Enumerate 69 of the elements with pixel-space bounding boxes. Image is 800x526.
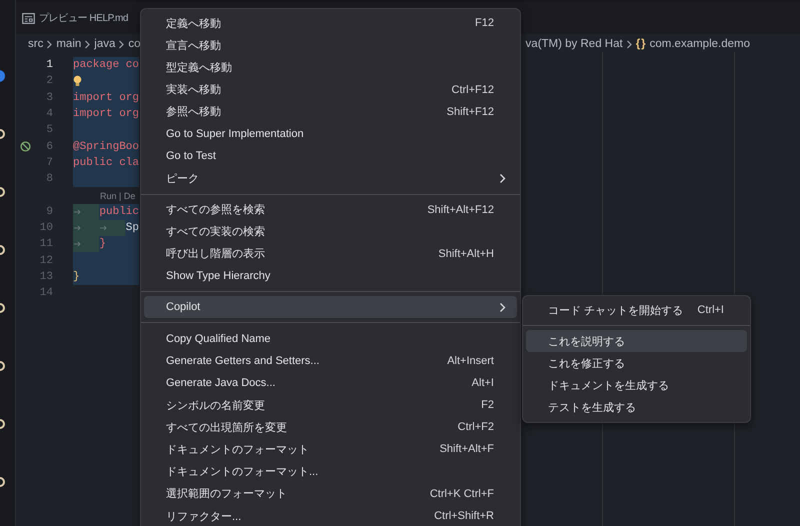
line-number: 3: [46, 92, 53, 104]
breadcrumb-item[interactable]: va(TM) by Red Hat: [526, 38, 623, 50]
menu-item[interactable]: すべての出現箇所を変更 Ctrl+F2: [144, 416, 517, 438]
code-text: public cla: [73, 156, 140, 169]
editor-tab[interactable]: プレビュー HELP.md: [20, 2, 134, 34]
chevron-icon: [84, 40, 92, 48]
chevron-icon: [118, 40, 126, 48]
menu-item[interactable]: シンボルの名前変更 F2: [144, 394, 517, 416]
code-text: import org: [73, 108, 140, 120]
menu-item[interactable]: Show Type Hierarchy: [144, 265, 517, 288]
line-number: 13: [40, 271, 53, 283]
submenu-chevron-icon: [499, 302, 506, 313]
line-number: 5: [46, 124, 53, 136]
code-text: import org: [73, 92, 140, 104]
menu-item[interactable]: これを説明する: [526, 330, 747, 352]
preview-icon: [22, 12, 35, 24]
line-number: 8: [46, 173, 53, 186]
menu-item[interactable]: 定義へ移動 F12: [144, 12, 517, 34]
menu-item[interactable]: リファクター... Ctrl+Shift+R: [144, 504, 517, 526]
tab-label: プレビュー HELP.md: [39, 12, 128, 25]
menu-item[interactable]: ドキュメントのフォーマット Shift+Alt+F: [144, 438, 517, 461]
breadcrumb-item[interactable]: co: [128, 38, 141, 50]
menu-item[interactable]: Copy Qualified Name: [144, 327, 517, 350]
menu-item[interactable]: ドキュメントのフォーマット...: [144, 460, 517, 483]
menu-item[interactable]: 選択範囲のフォーマット Ctrl+K Ctrl+F: [144, 482, 517, 505]
line-number: 14: [40, 287, 53, 300]
line-number: 2: [46, 75, 53, 88]
menu-item[interactable]: ピーク: [144, 167, 517, 190]
line-number: 11: [40, 238, 53, 250]
menu-item[interactable]: テストを生成する: [526, 396, 747, 419]
menu-item[interactable]: Copilot: [144, 296, 517, 318]
chevron-icon: [626, 40, 633, 48]
menu-item[interactable]: 宣言へ移動: [144, 34, 517, 56]
code-text: package co: [73, 59, 140, 72]
menu-item[interactable]: Generate Java Docs... Alt+I: [144, 372, 517, 394]
breadcrumb-item[interactable]: com.example.demo: [650, 38, 750, 50]
breadcrumb-item[interactable]: src: [28, 38, 44, 50]
code-text: }: [99, 238, 106, 250]
breadcrumb-item[interactable]: java: [94, 38, 116, 50]
line-number: 7: [46, 156, 53, 169]
menu-item[interactable]: ドキュメントを生成する: [526, 374, 747, 397]
line-number: 10: [40, 222, 53, 234]
line-number: 12: [40, 254, 53, 267]
chevron-icon: [46, 40, 54, 48]
menu-item[interactable]: これを修正する: [526, 352, 747, 375]
menu-item[interactable]: 型定義へ移動: [144, 56, 517, 79]
code-text: }: [73, 271, 80, 283]
menu-item[interactable]: Generate Getters and Setters... Alt+Insert: [144, 350, 517, 372]
menu-item[interactable]: 参照へ移動 Shift+F12: [144, 100, 517, 123]
code-lens[interactable]: Run | De: [100, 190, 136, 201]
menu-item[interactable]: 呼び出し階層の表示 Shift+Alt+H: [144, 242, 517, 266]
blocked-icon[interactable]: [20, 141, 31, 152]
namespace-icon: {}: [636, 38, 647, 50]
code-text: public: [99, 206, 139, 218]
code-text: Sp: [126, 222, 139, 234]
line-number: 1: [46, 59, 53, 72]
menu-item[interactable]: Go to Super Implementation: [144, 122, 517, 146]
menu-item[interactable]: すべての参照を検索 Shift+Alt+F12: [144, 198, 517, 221]
lightbulb-icon[interactable]: [73, 75, 82, 88]
menu-item[interactable]: コード チャットを開始する Ctrl+I: [526, 299, 747, 322]
submenu-chevron-icon: [499, 172, 506, 184]
menu-item[interactable]: 実装へ移動 Ctrl+F12: [144, 78, 517, 101]
menu-item[interactable]: Go to Test: [144, 145, 517, 168]
breadcrumb-item[interactable]: main: [56, 38, 82, 50]
code-text: @SpringBoo: [73, 140, 140, 153]
line-number: 9: [46, 206, 53, 218]
line-number: 6: [46, 140, 53, 153]
line-number: 4: [46, 108, 53, 120]
menu-item[interactable]: すべての実装の検索: [144, 220, 517, 243]
